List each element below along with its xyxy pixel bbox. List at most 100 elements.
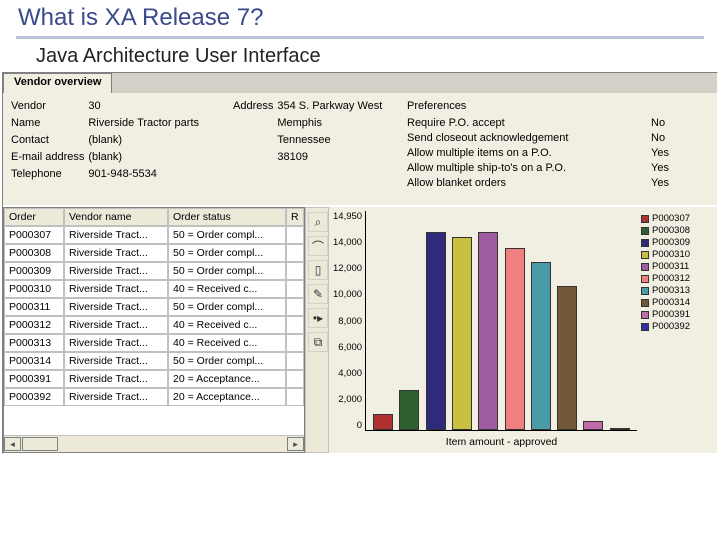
chart-bar[interactable] xyxy=(505,248,525,430)
chart-pane: 14,95014,00012,00010,0008,0006,0004,0002… xyxy=(329,207,717,453)
binoculars-icon[interactable]: ⌕ xyxy=(308,212,328,232)
legend-label: P000307 xyxy=(652,213,690,224)
split-pane: Order Vendor name Order status R P000307… xyxy=(3,205,717,453)
table-row[interactable]: P000391Riverside Tract...20 = Acceptance… xyxy=(4,370,304,388)
legend-label: P000312 xyxy=(652,273,690,284)
col-r-header[interactable]: R xyxy=(286,208,304,226)
address-line: Memphis xyxy=(277,116,382,131)
ov-label: Name xyxy=(11,116,84,131)
horizontal-scrollbar[interactable]: ◂ ▸ xyxy=(4,435,304,452)
legend-item: P000392 xyxy=(641,321,715,332)
ov-value: (blank) xyxy=(88,133,199,148)
cell-vendor: Riverside Tract... xyxy=(64,352,168,370)
pref-label: Allow multiple ship-to's on a P.O. xyxy=(407,161,568,176)
table-row[interactable]: P000313Riverside Tract...40 = Received c… xyxy=(4,334,304,352)
y-tick: 14,950 xyxy=(333,211,362,222)
table-row[interactable]: P000314Riverside Tract...50 = Order comp… xyxy=(4,352,304,370)
legend-swatch xyxy=(641,251,649,259)
legend-item: P000391 xyxy=(641,309,715,320)
chart-bar[interactable] xyxy=(531,262,551,430)
legend-label: P000311 xyxy=(652,261,689,272)
cell-vendor: Riverside Tract... xyxy=(64,244,168,262)
cell-vendor: Riverside Tract... xyxy=(64,262,168,280)
legend-label: P000313 xyxy=(652,285,690,296)
legend-swatch xyxy=(641,239,649,247)
scroll-left-button[interactable]: ◂ xyxy=(4,437,21,451)
slide-title: What is XA Release 7? xyxy=(0,0,720,32)
chart-bar[interactable] xyxy=(452,237,472,430)
chart-legend: P000307P000308P000309P000310P000311P0003… xyxy=(637,211,715,451)
cell-vendor: Riverside Tract... xyxy=(64,388,168,406)
chart-bar[interactable] xyxy=(610,428,630,430)
cell-r xyxy=(286,316,304,334)
legend-label: P000392 xyxy=(652,321,690,332)
order-grid: Order Vendor name Order status R P000307… xyxy=(3,207,305,453)
glasses-icon[interactable]: ⌒ xyxy=(308,236,328,256)
chart-bar[interactable] xyxy=(557,286,577,430)
scroll-right-button[interactable]: ▸ xyxy=(287,437,304,451)
chart-bar[interactable] xyxy=(426,232,446,430)
cell-vendor: Riverside Tract... xyxy=(64,370,168,388)
doc-icon[interactable]: ▯ xyxy=(308,260,328,280)
pref-label: Require P.O. accept xyxy=(407,116,568,131)
copy-icon[interactable]: ⧉ xyxy=(308,332,328,352)
preferences-label: Preferences xyxy=(407,99,568,114)
legend-label: P000391 xyxy=(652,309,690,320)
ov-label: Vendor xyxy=(11,99,84,114)
cell-r xyxy=(286,388,304,406)
scroll-thumb[interactable] xyxy=(22,437,58,451)
legend-item: P000313 xyxy=(641,285,715,296)
cell-order: P000313 xyxy=(4,334,64,352)
y-tick: 2,000 xyxy=(338,394,362,405)
pref-value: Yes xyxy=(651,161,669,176)
cell-status: 20 = Acceptance... xyxy=(168,370,286,388)
cell-vendor: Riverside Tract... xyxy=(64,298,168,316)
table-row[interactable]: P000309Riverside Tract...50 = Order comp… xyxy=(4,262,304,280)
legend-item: P000307 xyxy=(641,213,715,224)
ov-value: 30 xyxy=(88,99,199,114)
cell-status: 40 = Received c... xyxy=(168,280,286,298)
chart-bar[interactable] xyxy=(399,390,419,430)
table-row[interactable]: P000312Riverside Tract...40 = Received c… xyxy=(4,316,304,334)
cell-order: P000391 xyxy=(4,370,64,388)
cell-r xyxy=(286,280,304,298)
y-tick: 10,000 xyxy=(333,289,362,300)
table-row[interactable]: P000307Riverside Tract...50 = Order comp… xyxy=(4,226,304,244)
cell-status: 40 = Received c... xyxy=(168,334,286,352)
cell-status: 40 = Received c... xyxy=(168,316,286,334)
y-tick: 4,000 xyxy=(338,368,362,379)
legend-label: P000314 xyxy=(652,297,690,308)
cell-r xyxy=(286,244,304,262)
legend-item: P000312 xyxy=(641,273,715,284)
chart-bar[interactable] xyxy=(583,421,603,430)
table-row[interactable]: P000311Riverside Tract...50 = Order comp… xyxy=(4,298,304,316)
cell-vendor: Riverside Tract... xyxy=(64,280,168,298)
slide-divider xyxy=(16,36,704,39)
bullet-icon[interactable]: •▸ xyxy=(308,308,328,328)
tab-vendor-overview[interactable]: Vendor overview xyxy=(3,73,112,93)
tab-strip: Vendor overview xyxy=(3,73,717,93)
legend-swatch xyxy=(641,227,649,235)
cell-order: P000307 xyxy=(4,226,64,244)
cell-r xyxy=(286,262,304,280)
cell-r xyxy=(286,370,304,388)
ov-value: Riverside Tractor parts xyxy=(88,116,199,131)
col-order-header[interactable]: Order xyxy=(4,208,64,226)
col-vendor-header[interactable]: Vendor name xyxy=(64,208,168,226)
cell-r xyxy=(286,226,304,244)
table-row[interactable]: P000392Riverside Tract...20 = Acceptance… xyxy=(4,388,304,406)
chart-bar[interactable] xyxy=(478,232,498,430)
table-row[interactable]: P000308Riverside Tract...50 = Order comp… xyxy=(4,244,304,262)
table-row[interactable]: P000310Riverside Tract...40 = Received c… xyxy=(4,280,304,298)
chart-x-label: Item amount - approved xyxy=(366,436,637,448)
col-status-header[interactable]: Order status xyxy=(168,208,286,226)
slide-subtitle: Java Architecture User Interface xyxy=(0,45,720,72)
pencil-icon[interactable]: ✎ xyxy=(308,284,328,304)
chart-bar[interactable] xyxy=(373,414,393,430)
address-label: Address xyxy=(233,99,273,114)
legend-item: P000311 xyxy=(641,261,715,272)
chart-toolbar: ⌕ ⌒ ▯ ✎ •▸ ⧉ xyxy=(305,207,329,453)
grid-header-row: Order Vendor name Order status R xyxy=(4,208,304,226)
cell-order: P000308 xyxy=(4,244,64,262)
cell-status: 20 = Acceptance... xyxy=(168,388,286,406)
